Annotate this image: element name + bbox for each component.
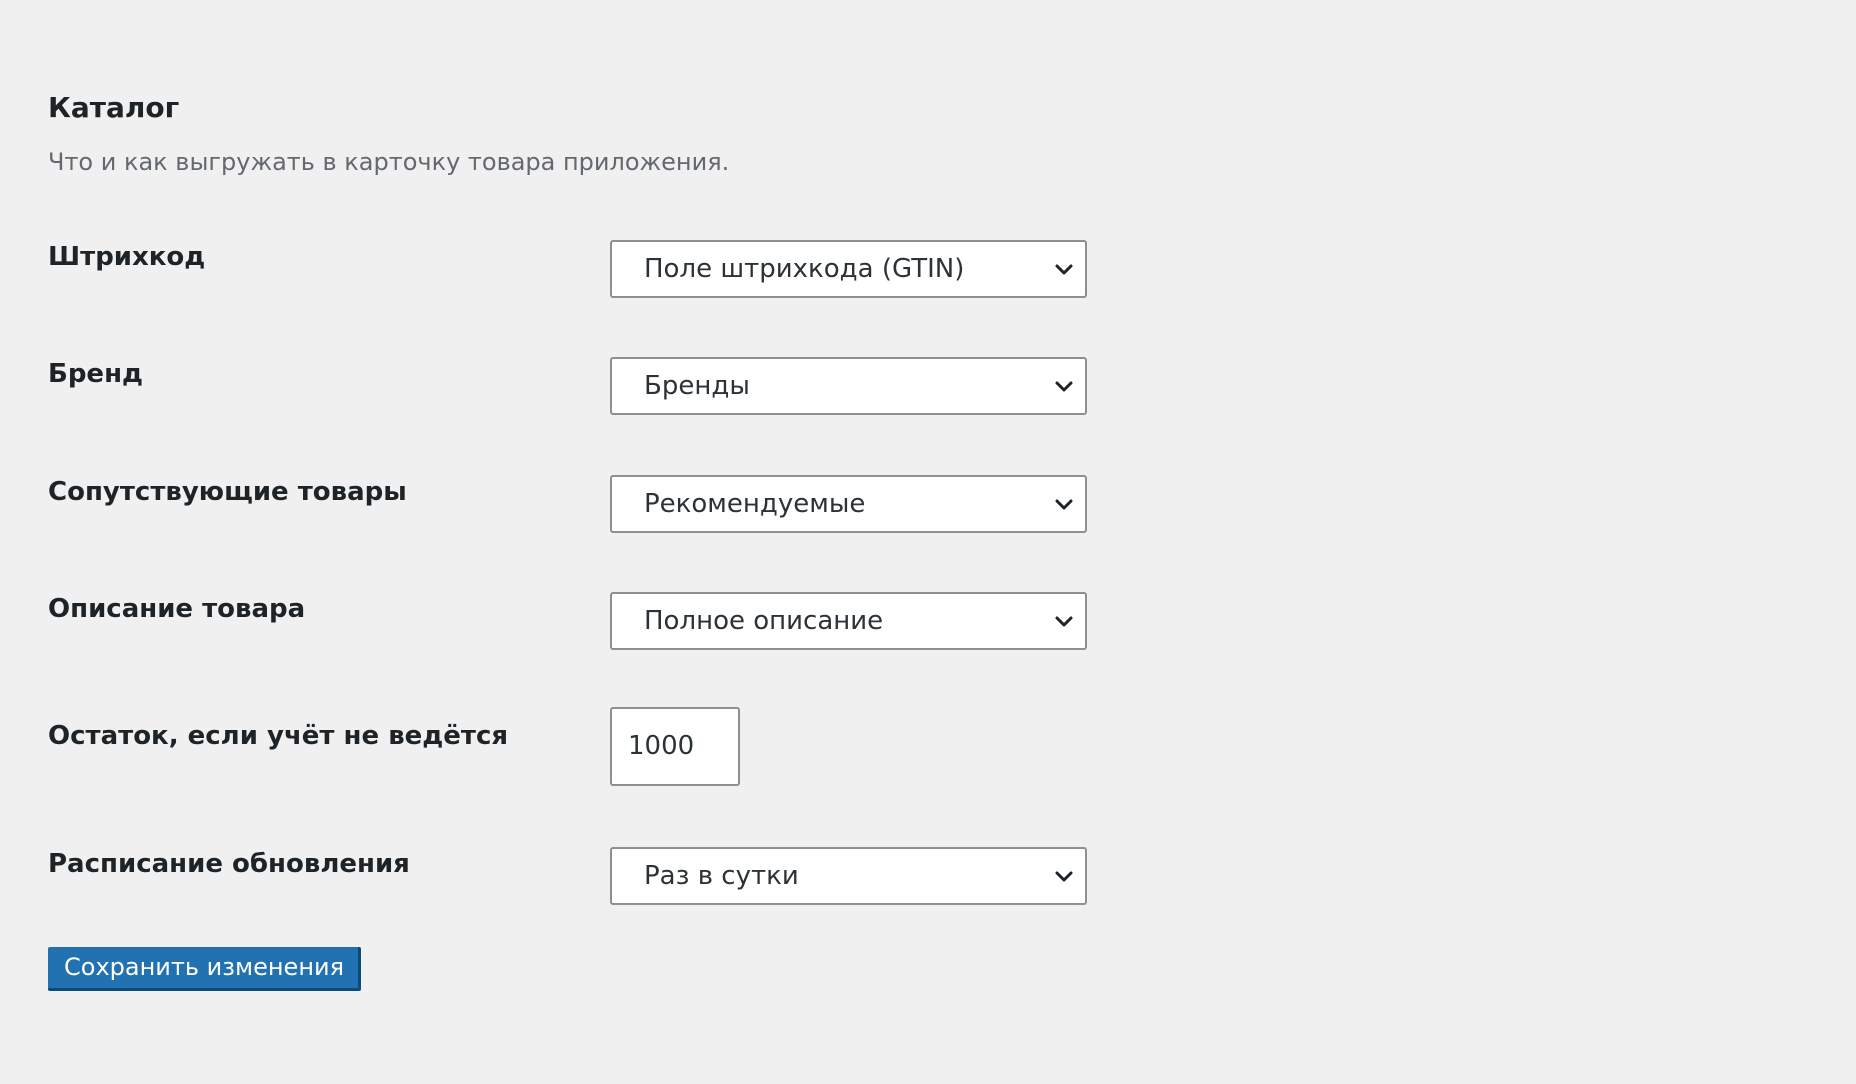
chevron-down-icon (1051, 863, 1077, 889)
related-products-select[interactable]: Рекомендуемые (610, 475, 1087, 533)
stock-label: Остаток, если учёт не ведётся (48, 721, 509, 751)
brand-label: Бренд (48, 359, 144, 389)
chevron-down-icon (1051, 373, 1077, 399)
barcode-select-value: Поле штрихкода (GTIN) (644, 254, 965, 284)
section-title: Каталог (48, 91, 180, 124)
section-description: Что и как выгружать в карточку товара пр… (48, 148, 730, 176)
schedule-select[interactable]: Раз в сутки (610, 847, 1087, 905)
chevron-down-icon (1051, 256, 1077, 282)
stock-number-input[interactable]: 1000 (610, 707, 740, 786)
save-changes-button[interactable]: Сохранить изменения (48, 947, 362, 991)
related-products-select-value: Рекомендуемые (644, 489, 866, 519)
schedule-label: Расписание обновления (48, 849, 410, 879)
product-description-select-value: Полное описание (644, 606, 884, 636)
brand-select-value: Бренды (644, 371, 750, 401)
product-description-select[interactable]: Полное описание (610, 592, 1087, 650)
barcode-select[interactable]: Поле штрихкода (GTIN) (610, 240, 1087, 298)
brand-select[interactable]: Бренды (610, 357, 1087, 415)
settings-page: Каталог Что и как выгружать в карточку т… (48, 0, 1808, 1084)
related-products-label: Сопутствующие товары (48, 477, 407, 507)
product-description-label: Описание товара (48, 594, 306, 624)
chevron-down-icon (1051, 491, 1077, 517)
chevron-down-icon (1051, 608, 1077, 634)
schedule-select-value: Раз в сутки (644, 861, 799, 891)
barcode-label: Штрихкод (48, 242, 206, 272)
